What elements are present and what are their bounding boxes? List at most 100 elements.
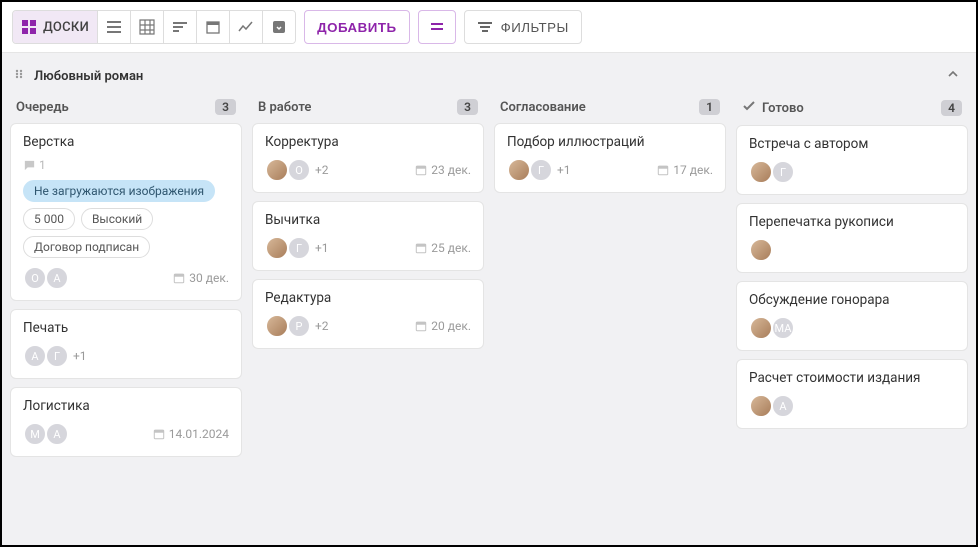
calendar-small-icon (657, 164, 669, 176)
avatar: А (45, 266, 69, 290)
calendar-small-icon (415, 320, 427, 332)
avatar (749, 394, 773, 418)
view-boards-button[interactable]: ДОСКИ (13, 11, 98, 43)
filters-label: ФИЛЬТРЫ (501, 20, 569, 35)
avatar: Г (529, 158, 553, 182)
avatars: ОА (23, 266, 67, 290)
tags: Не загружаются изображения5 000ВысокийДо… (23, 180, 229, 258)
card[interactable]: Встреча с авторомГ (736, 125, 968, 195)
column-title: Очередь (16, 100, 69, 115)
card[interactable]: Подбор иллюстрацийГ+117 дек. (494, 123, 726, 193)
add-button[interactable]: ДОБАВИТЬ (304, 10, 410, 44)
avatars (749, 238, 771, 262)
grid-icon (139, 19, 155, 35)
card[interactable]: Печать АГ+1 (10, 309, 242, 379)
app-root: ДОСКИ ДОБАВИТЬ (0, 0, 978, 547)
column: Готово4Встреча с авторомГПерепечатка рук… (736, 95, 968, 535)
columns-container: Очередь 3 Верстка 1 Не загружаются изображен… (2, 95, 976, 545)
cards-list: Подбор иллюстрацийГ+117 дек. (494, 123, 726, 193)
column: Очередь 3 Верстка 1 Не загружаются изображен… (10, 95, 242, 535)
comment-icon (23, 159, 36, 172)
avatar (265, 314, 289, 338)
card[interactable]: Обсуждение гонорара МА (736, 281, 968, 351)
board-header: Любовный роман (2, 53, 976, 95)
view-chart-button[interactable] (230, 11, 263, 43)
avatar: А (771, 394, 795, 418)
column-header: В работе 3 (252, 95, 484, 123)
column-title: В работе (258, 100, 311, 115)
column-count: 3 (457, 99, 478, 115)
card-footer: МА (749, 316, 955, 340)
tag: 5 000 (23, 208, 75, 230)
card-title: Обсуждение гонорара (749, 292, 955, 308)
card[interactable]: Верстка 1 Не загружаются изображения5 000В… (10, 123, 242, 301)
column-title: Согласование (500, 100, 586, 115)
column-count: 1 (699, 99, 720, 115)
avatar: О (287, 158, 311, 182)
due-date: 25 дек. (415, 241, 471, 255)
column-title: Готово (762, 101, 804, 116)
card[interactable]: ВычиткаГ+125 дек. (252, 201, 484, 271)
calendar-small-icon (173, 272, 185, 284)
avatars: АГ (23, 344, 67, 368)
card-title: Корректура (265, 134, 471, 150)
avatar: А (45, 422, 69, 446)
avatar: А (23, 344, 47, 368)
chart-line-icon (238, 19, 254, 35)
view-calendar-button[interactable] (197, 11, 230, 43)
column-header: Согласование 1 (494, 95, 726, 123)
archive-icon (271, 19, 287, 35)
due-date: 14.01.2024 (153, 427, 229, 441)
card[interactable]: Корректура О +2 23 дек. (252, 123, 484, 193)
board-title: Любовный роман (34, 69, 143, 84)
card-title: Верстка (23, 134, 229, 150)
avatars: МА (23, 422, 67, 446)
avatar (507, 158, 531, 182)
avatar: МА (771, 316, 795, 340)
card[interactable]: Перепечатка рукописи (736, 203, 968, 273)
add-menu-button[interactable] (418, 10, 456, 44)
due-date: 20 дек. (415, 319, 471, 333)
avatar (749, 160, 773, 184)
column: Согласование 1 Подбор иллюстрацийГ+117 дек… (494, 95, 726, 535)
due-date: 30 дек. (173, 271, 229, 285)
view-grid-button[interactable] (131, 11, 164, 43)
view-sort-button[interactable] (164, 11, 197, 43)
filters-button[interactable]: ФИЛЬТРЫ (464, 10, 582, 44)
view-boards-label: ДОСКИ (43, 20, 89, 35)
column: В работе 3 Корректура О +2 23 дек. ВычиткаГ+12… (252, 95, 484, 535)
avatar (749, 316, 773, 340)
add-button-label: ДОБАВИТЬ (317, 20, 397, 35)
column-count: 3 (215, 99, 236, 115)
collapse-button[interactable] (942, 63, 964, 89)
view-switcher: ДОСКИ (12, 10, 296, 44)
avatar: О (23, 266, 47, 290)
card-footer: Р+220 дек. (265, 314, 471, 338)
avatars: Г (507, 158, 551, 182)
cards-list: Верстка 1 Не загружаются изображения5 000В… (10, 123, 242, 457)
card-footer: МА 14.01.2024 (23, 422, 229, 446)
view-archive-button[interactable] (263, 11, 295, 43)
card-title: Расчет стоимости издания (749, 370, 955, 386)
card[interactable]: Расчет стоимости издания А (736, 359, 968, 429)
view-list-button[interactable] (98, 11, 131, 43)
calendar-small-icon (153, 428, 165, 440)
sort-icon (172, 19, 188, 35)
comments-count: 1 (39, 158, 46, 172)
due-date: 17 дек. (657, 163, 713, 177)
drag-handle-icon[interactable] (14, 68, 26, 84)
boards-icon (21, 19, 37, 35)
more-avatars: +2 (315, 163, 329, 177)
card[interactable]: ЛогистикаМА14.01.2024 (10, 387, 242, 457)
card-footer: АГ+1 (23, 344, 229, 368)
card-footer: А (749, 394, 955, 418)
card-title: Печать (23, 320, 229, 336)
tag: Договор подписан (23, 236, 150, 258)
card-footer: О +2 23 дек. (265, 158, 471, 182)
avatars: О (265, 158, 309, 182)
card-footer: Г+117 дек. (507, 158, 713, 182)
card[interactable]: РедактураР+220 дек. (252, 279, 484, 349)
due-date: 23 дек. (415, 163, 471, 177)
more-avatars: +2 (315, 319, 329, 333)
chevron-up-icon (946, 67, 960, 81)
